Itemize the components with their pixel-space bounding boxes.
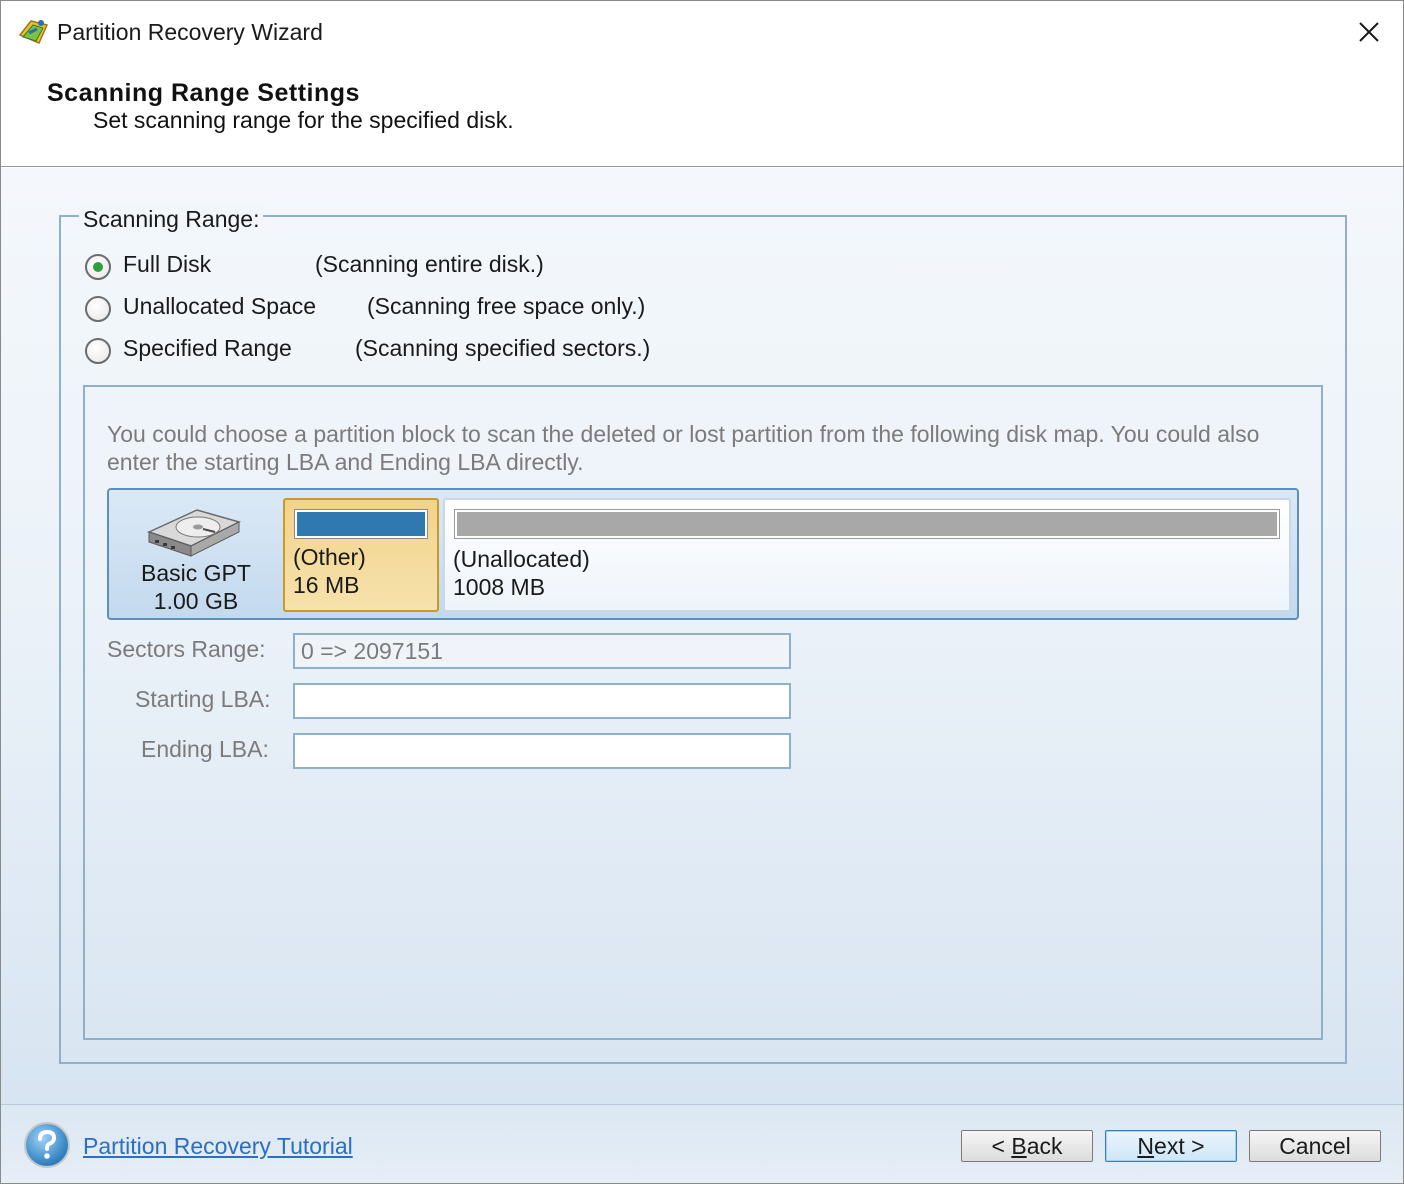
close-button[interactable] [1343, 9, 1395, 55]
radio-button[interactable] [85, 296, 111, 322]
partition-label: (Other) [293, 544, 366, 570]
disk-map-instructions: You could choose a partition block to sc… [107, 421, 1260, 475]
close-icon [1359, 22, 1379, 42]
hard-disk-icon [146, 509, 242, 557]
title-bar: Partition Recovery Wizard [1, 1, 1403, 63]
wizard-content: Scanning Range: Full Disk (Scanning enti… [1, 168, 1403, 1104]
next-button-mnemonic: N [1137, 1132, 1155, 1159]
radio-full-disk[interactable] [85, 252, 111, 282]
partition-usage-bar [294, 509, 428, 539]
scanning-range-legend: Scanning Range: [79, 206, 264, 233]
window-title: Partition Recovery Wizard [57, 19, 323, 45]
radio-button[interactable] [85, 338, 111, 364]
radio-specified-range-description: (Scanning specified sectors.) [355, 335, 651, 361]
sectors-range-field [293, 633, 791, 669]
ending-lba-label: Ending LBA: [141, 736, 269, 762]
sectors-range-label: Sectors Range: [107, 636, 266, 662]
next-button[interactable]: Next > [1105, 1130, 1237, 1162]
partition-block-unallocated[interactable]: (Unallocated) 1008 MB [443, 498, 1291, 612]
radio-full-disk-label[interactable]: Full Disk [123, 251, 211, 278]
cancel-button[interactable]: Cancel [1249, 1130, 1381, 1162]
starting-lba-label: Starting LBA: [135, 686, 271, 712]
back-button-prefix: < [991, 1132, 1012, 1159]
app-icon [18, 20, 49, 44]
radio-unallocated-space[interactable] [85, 294, 111, 324]
partition-label: (Unallocated) [453, 546, 590, 572]
page-title: Scanning Range Settings [47, 79, 360, 107]
disk-map: Basic GPT 1.00 GB (Other) 16 MB (Unalloc… [107, 488, 1299, 620]
ending-lba-field[interactable] [293, 733, 791, 769]
partition-block-other[interactable]: (Other) 16 MB [283, 498, 439, 612]
radio-unallocated-space-label[interactable]: Unallocated Space [123, 293, 316, 320]
starting-lba-field[interactable] [293, 683, 791, 719]
wizard-window: Partition Recovery Wizard Scanning Range… [0, 0, 1404, 1184]
partition-size: 16 MB [293, 572, 360, 598]
radio-unallocated-space-description: (Scanning free space only.) [367, 293, 646, 319]
back-button-mnemonic: B [1011, 1132, 1027, 1159]
tutorial-link[interactable]: Partition Recovery Tutorial [83, 1133, 353, 1160]
radio-specified-range[interactable] [85, 336, 111, 366]
partition-usage-bar [454, 509, 1280, 539]
disk-size: 1.00 GB [153, 588, 239, 614]
disk-name: Basic GPT [141, 560, 251, 586]
help-icon[interactable] [23, 1121, 71, 1169]
back-button[interactable]: < Back [961, 1130, 1093, 1162]
next-button-label: ext > [1154, 1132, 1205, 1159]
wizard-footer: Partition Recovery Tutorial < Back Next … [1, 1104, 1403, 1183]
wizard-header: Scanning Range Settings Set scanning ran… [1, 63, 1403, 167]
back-button-label: ack [1026, 1132, 1063, 1159]
radio-full-disk-description: (Scanning entire disk.) [315, 251, 544, 277]
page-subtitle: Set scanning range for the specified dis… [93, 107, 514, 133]
disk-info[interactable]: Basic GPT 1.00 GB [109, 490, 283, 618]
radio-specified-range-label[interactable]: Specified Range [123, 335, 292, 362]
partition-size: 1008 MB [453, 574, 546, 600]
radio-button[interactable] [85, 254, 111, 280]
